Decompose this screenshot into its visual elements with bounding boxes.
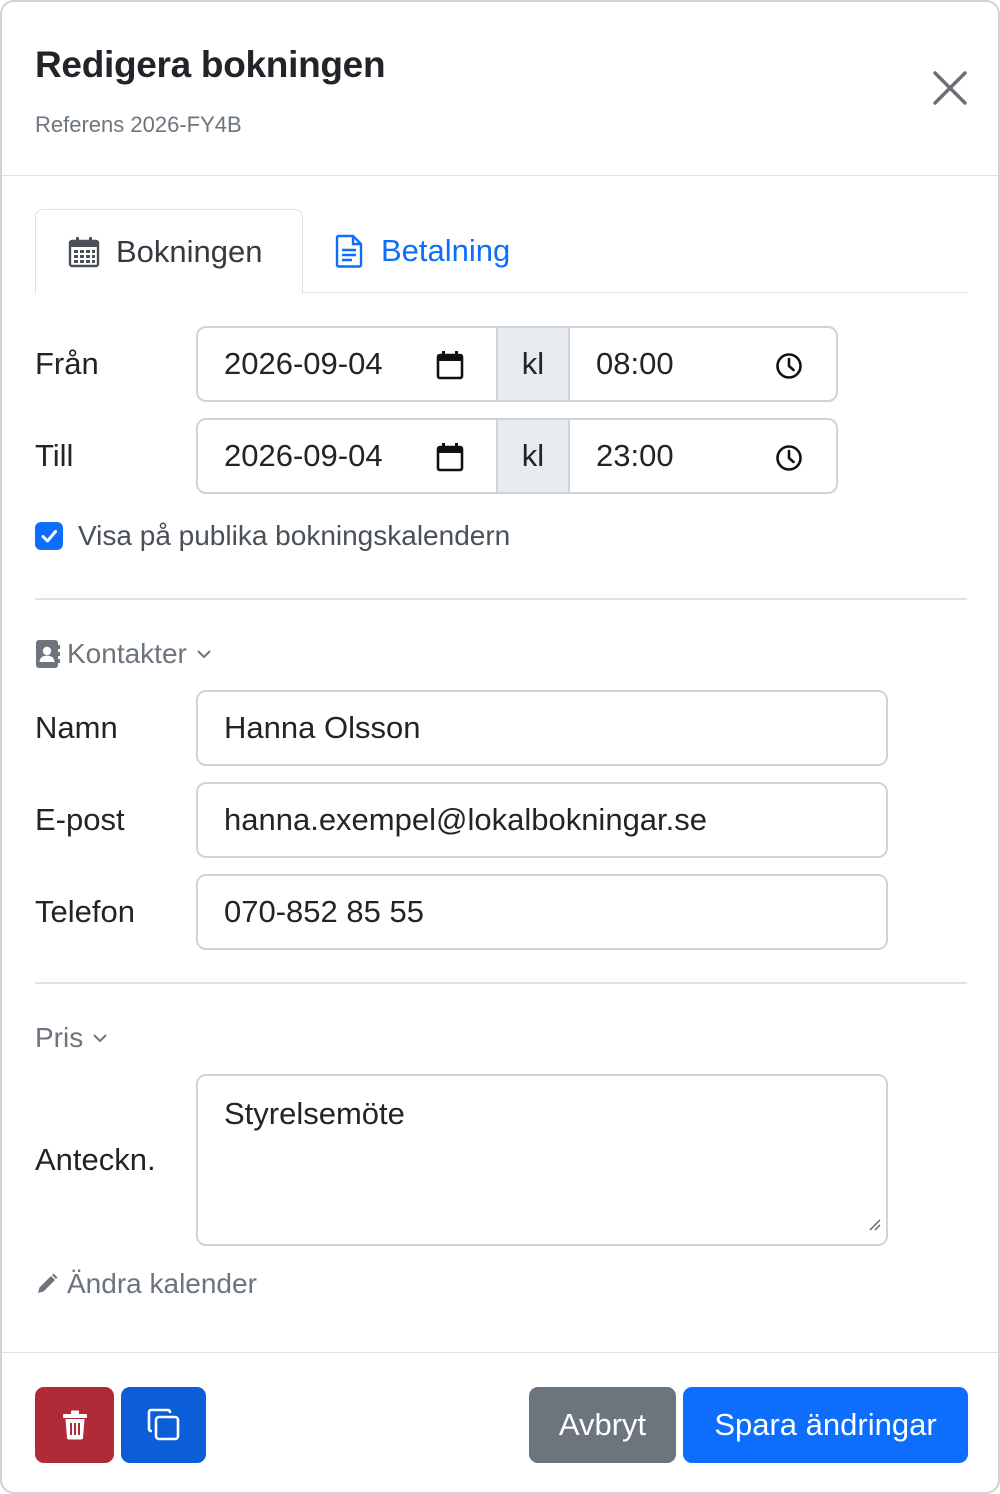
from-date-value: 2026-09-04: [224, 346, 383, 381]
close-button[interactable]: [928, 66, 972, 110]
copy-icon: [147, 1408, 179, 1441]
from-time-value: 08:00: [596, 346, 674, 381]
modal-header: Redigera bokningen Referens 2026-FY4B: [2, 2, 998, 176]
price-section-toggle[interactable]: Pris: [35, 1022, 109, 1054]
price-section-label: Pris: [35, 1022, 84, 1053]
edit-booking-modal: Redigera bokningen Referens 2026-FY4B Bo…: [0, 0, 1000, 1494]
cancel-button[interactable]: Avbryt: [529, 1387, 676, 1463]
email-label: E-post: [35, 802, 125, 837]
resize-handle-icon[interactable]: [866, 1204, 882, 1240]
copy-button[interactable]: [121, 1387, 206, 1463]
email-input[interactable]: hanna.exempel@lokalbokningar.se: [196, 782, 888, 858]
contact-book-icon: [35, 639, 61, 669]
delete-button[interactable]: [35, 1387, 114, 1463]
tab-label: Bokningen: [116, 233, 263, 269]
to-label: Till: [35, 438, 74, 473]
tab-bar: Bokningen Betalning: [35, 209, 967, 294]
divider: [35, 598, 967, 600]
from-time-input[interactable]: 08:00: [570, 328, 836, 400]
name-label: Namn: [35, 710, 118, 745]
from-input-group: 2026-09-04 kl 08:00: [196, 326, 838, 402]
checkmark-icon: [41, 530, 57, 543]
chevron-down-icon: [195, 648, 213, 660]
tab-betalning[interactable]: Betalning: [333, 209, 510, 293]
calendar-picker-icon[interactable]: [436, 442, 464, 480]
contacts-section-label: Kontakter: [67, 638, 187, 669]
to-input-group: 2026-09-04 kl 23:00: [196, 418, 838, 494]
name-input[interactable]: Hanna Olsson: [196, 690, 888, 766]
calendar-picker-icon[interactable]: [436, 350, 464, 388]
to-date-value: 2026-09-04: [224, 438, 383, 473]
notes-label: Anteckn.: [35, 1142, 156, 1177]
close-icon: [933, 71, 967, 105]
calendar-icon: [68, 236, 100, 268]
document-icon: [333, 234, 365, 268]
pencil-icon: [35, 1272, 59, 1296]
to-time-input[interactable]: 23:00: [570, 420, 836, 492]
save-button[interactable]: Spara ändringar: [683, 1387, 968, 1463]
from-label: Från: [35, 346, 99, 381]
booking-reference: Referens 2026-FY4B: [35, 112, 242, 137]
modal-footer: Avbryt Spara ändringar: [2, 1352, 998, 1492]
divider: [35, 982, 967, 984]
from-date-input[interactable]: 2026-09-04: [198, 328, 496, 400]
notes-textarea[interactable]: Styrelsemöte: [196, 1074, 888, 1246]
change-calendar-link[interactable]: Ändra kalender: [35, 1268, 257, 1300]
phone-label: Telefon: [35, 894, 135, 929]
change-calendar-label: Ändra kalender: [67, 1268, 257, 1299]
notes-value: Styrelsemöte: [224, 1096, 405, 1131]
to-kl-addon: kl: [496, 420, 570, 492]
trash-icon: [62, 1410, 87, 1440]
clock-icon[interactable]: [774, 443, 804, 481]
public-calendar-checkbox-row: Visa på publika bokningskalendern: [35, 520, 510, 552]
from-kl-addon: kl: [496, 328, 570, 400]
tab-label: Betalning: [381, 233, 511, 268]
modal-title: Redigera bokningen: [35, 44, 386, 85]
public-calendar-label: Visa på publika bokningskalendern: [78, 520, 511, 551]
public-calendar-checkbox[interactable]: [35, 522, 63, 550]
phone-input[interactable]: 070-852 85 55: [196, 874, 888, 950]
to-date-input[interactable]: 2026-09-04: [198, 420, 496, 492]
chevron-down-icon: [91, 1032, 109, 1044]
to-time-value: 23:00: [596, 438, 674, 473]
tab-bokningen[interactable]: Bokningen: [35, 209, 303, 294]
clock-icon[interactable]: [774, 351, 804, 389]
contacts-section-toggle[interactable]: Kontakter: [35, 638, 213, 670]
